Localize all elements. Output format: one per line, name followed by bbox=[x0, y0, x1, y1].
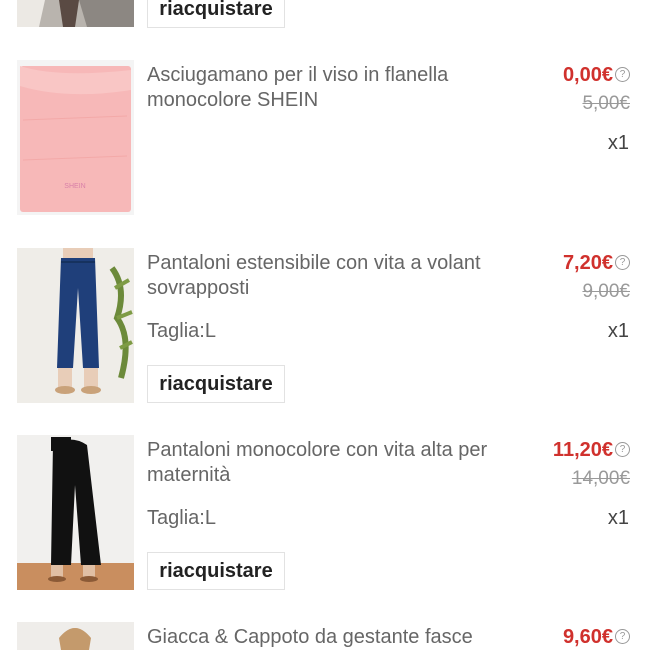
order-item: Pantaloni estensibile con vita a volant … bbox=[0, 248, 650, 408]
product-title[interactable]: Pantaloni monocolore con vita alta per m… bbox=[147, 438, 527, 488]
product-price: 0,00€ bbox=[562, 64, 613, 86]
order-item: SHEIN Asciugamano per il viso in flanell… bbox=[0, 60, 650, 220]
product-image[interactable] bbox=[17, 435, 134, 590]
quantity: x1 bbox=[607, 132, 629, 154]
product-size: Taglia:L bbox=[147, 320, 216, 342]
product-price: 11,20€ bbox=[552, 439, 613, 461]
buy-again-button[interactable]: riacquistare bbox=[147, 365, 285, 403]
product-price: 9,60€ bbox=[562, 626, 613, 648]
product-image[interactable] bbox=[17, 622, 134, 650]
buy-again-button[interactable]: riacquistare bbox=[147, 0, 285, 28]
question-circle-icon[interactable]: ? bbox=[615, 255, 630, 270]
question-circle-icon[interactable]: ? bbox=[615, 67, 630, 82]
order-item: riacquistare bbox=[0, 0, 650, 40]
order-item: Pantaloni monocolore con vita alta per m… bbox=[0, 435, 650, 595]
product-logo-text: SHEIN bbox=[64, 183, 85, 190]
product-title[interactable]: Pantaloni estensibile con vita a volant … bbox=[147, 251, 527, 301]
quantity: x1 bbox=[607, 507, 629, 529]
question-circle-icon[interactable]: ? bbox=[615, 629, 630, 644]
product-image[interactable] bbox=[17, 0, 134, 27]
product-title[interactable]: Giacca & Cappoto da gestante fasce bbox=[147, 625, 527, 650]
product-title[interactable]: Asciugamano per il viso in flanella mono… bbox=[147, 63, 527, 113]
original-price: 14,00€ bbox=[571, 468, 630, 489]
product-image[interactable]: SHEIN bbox=[17, 60, 134, 215]
product-size: Taglia:L bbox=[147, 507, 216, 529]
original-price: 5,00€ bbox=[582, 93, 630, 114]
product-image[interactable] bbox=[17, 248, 134, 403]
quantity: x1 bbox=[607, 320, 629, 342]
buy-again-button[interactable]: riacquistare bbox=[147, 552, 285, 590]
original-price: 9,00€ bbox=[582, 281, 630, 302]
product-price: 7,20€ bbox=[562, 252, 613, 274]
question-circle-icon[interactable]: ? bbox=[615, 442, 630, 457]
order-item: Giacca & Cappoto da gestante fasce 9,60€… bbox=[0, 622, 650, 650]
